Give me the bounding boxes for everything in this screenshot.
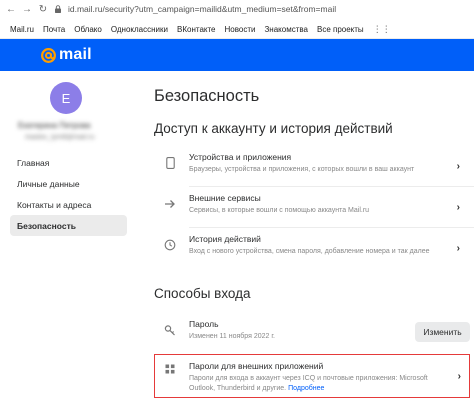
mail-logo[interactable]: mail bbox=[40, 46, 92, 64]
lock-icon bbox=[55, 5, 61, 13]
forward-icon[interactable]: → bbox=[22, 4, 32, 15]
header: mail bbox=[0, 39, 474, 71]
divider bbox=[189, 186, 474, 187]
sidebar-item-contacts[interactable]: Контакты и адреса bbox=[10, 194, 127, 215]
logo-text: mail bbox=[59, 46, 92, 63]
login-section-title: Способы входа bbox=[154, 286, 251, 301]
password-changed-date: Изменен 11 ноября 2022 г. bbox=[189, 333, 275, 340]
portal-link-news[interactable]: Новости bbox=[225, 25, 256, 34]
sidebar-menu: Главная Личные данные Контакты и адреса … bbox=[10, 152, 127, 236]
more-info-link[interactable]: Подробнее bbox=[288, 385, 324, 392]
portal-link-dating[interactable]: Знакомства bbox=[264, 25, 308, 34]
app-passwords-row[interactable]: Пароли для внешних приложений Пароли для… bbox=[154, 354, 470, 398]
devices-subtitle: Браузеры, устройства и приложения, с кот… bbox=[189, 166, 415, 173]
portal-link-mailru[interactable]: Mail.ru bbox=[10, 25, 34, 34]
key-icon bbox=[164, 324, 176, 336]
portal-link-cloud[interactable]: Облако bbox=[74, 25, 102, 34]
chevron-right-icon: › bbox=[456, 243, 460, 254]
external-services-row[interactable]: Внешние сервисы Сервисы, в которые вошли… bbox=[154, 189, 468, 229]
sidebar: E Екатерина Петрова maslov_tym8@mail.ru … bbox=[0, 72, 135, 403]
user-email: maslov_tym8@mail.ru bbox=[25, 134, 95, 141]
portal-menu: Mail.ru Почта Облако Одноклассники ВКонт… bbox=[0, 20, 474, 39]
portal-link-ok[interactable]: Одноклассники bbox=[111, 25, 168, 34]
portal-link-mail[interactable]: Почта bbox=[43, 25, 65, 34]
history-title: История действий bbox=[189, 234, 261, 244]
apps-grid-icon bbox=[164, 363, 176, 375]
address-bar: ← → ↻ id.mail.ru/security?utm_campaign=m… bbox=[0, 0, 474, 18]
divider bbox=[189, 227, 474, 228]
chevron-right-icon: › bbox=[457, 371, 461, 382]
sidebar-item-home[interactable]: Главная bbox=[10, 152, 127, 173]
url-field[interactable]: id.mail.ru/security?utm_campaign=mailid&… bbox=[68, 4, 336, 14]
external-services-title: Внешние сервисы bbox=[189, 193, 261, 203]
portal-link-vk[interactable]: ВКонтакте bbox=[177, 25, 216, 34]
grid-icon[interactable]: ⋮⋮ bbox=[373, 24, 391, 35]
devices-row[interactable]: Устройства и приложения Браузеры, устрой… bbox=[154, 148, 468, 188]
history-row[interactable]: История действий Вход с нового устройств… bbox=[154, 230, 468, 270]
external-icon bbox=[164, 198, 176, 210]
page-title: Безопасность bbox=[154, 87, 260, 105]
phone-icon bbox=[164, 157, 176, 169]
back-icon[interactable]: ← bbox=[6, 4, 16, 15]
history-subtitle: Вход с нового устройства, смена пароля, … bbox=[189, 248, 430, 255]
password-title: Пароль bbox=[189, 319, 219, 329]
user-name: Екатерина Петрова bbox=[18, 121, 91, 130]
app-passwords-description: Пароли для входа в аккаунт через ICQ и п… bbox=[189, 374, 429, 393]
app-passwords-title: Пароли для внешних приложений bbox=[189, 361, 324, 371]
chevron-right-icon: › bbox=[456, 161, 460, 172]
avatar[interactable]: E bbox=[50, 82, 82, 114]
history-icon bbox=[164, 239, 176, 251]
change-password-button[interactable]: Изменить bbox=[415, 322, 470, 342]
external-services-subtitle: Сервисы, в которые вошли с помощью аккау… bbox=[189, 207, 370, 214]
devices-title: Устройства и приложения bbox=[189, 152, 292, 162]
chevron-right-icon: › bbox=[456, 202, 460, 213]
at-logo-icon bbox=[41, 47, 56, 63]
reload-icon[interactable]: ↻ bbox=[38, 4, 48, 15]
sidebar-item-personal-data[interactable]: Личные данные bbox=[10, 173, 127, 194]
sidebar-item-security[interactable]: Безопасность bbox=[10, 215, 127, 236]
access-section-title: Доступ к аккаунту и история действий bbox=[154, 121, 393, 136]
portal-link-all-projects[interactable]: Все проекты bbox=[317, 25, 364, 34]
